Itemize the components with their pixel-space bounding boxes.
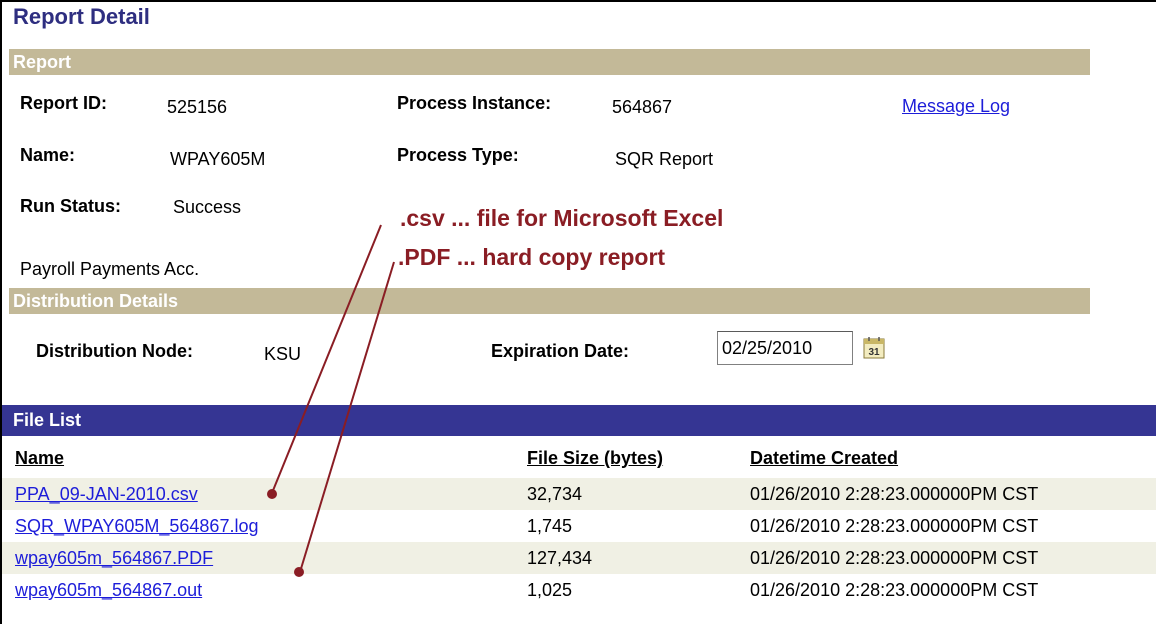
table-row: SQR_WPAY605M_564867.log 1,745 01/26/2010… xyxy=(2,510,1156,542)
process-type-value: SQR Report xyxy=(615,149,714,169)
calendar-icon[interactable]: 31 xyxy=(863,337,885,359)
message-log-link[interactable]: Message Log xyxy=(902,96,1010,117)
column-header-file-size[interactable]: File Size (bytes) xyxy=(527,448,663,469)
file-list-header: File List xyxy=(2,405,1156,436)
table-row: wpay605m_564867.PDF 127,434 01/26/2010 2… xyxy=(2,542,1156,574)
file-created: 01/26/2010 2:28:23.000000PM CST xyxy=(750,580,1039,600)
column-header-name[interactable]: Name xyxy=(15,448,64,469)
file-link[interactable]: PPA_09-JAN-2010.csv xyxy=(15,484,198,505)
report-section-header: Report xyxy=(9,49,1090,75)
run-status-label: Run Status: xyxy=(20,196,121,216)
file-link[interactable]: SQR_WPAY605M_564867.log xyxy=(15,516,258,537)
csv-annotation: .csv ... file for Microsoft Excel xyxy=(400,205,724,231)
file-size: 32,734 xyxy=(527,484,583,504)
name-label: Name: xyxy=(20,145,76,165)
pdf-annotation: .PDF ... hard copy report xyxy=(398,244,666,270)
expiration-date-input[interactable] xyxy=(717,331,853,365)
file-created: 01/26/2010 2:28:23.000000PM CST xyxy=(750,516,1039,536)
distribution-section-header: Distribution Details xyxy=(9,288,1090,314)
table-row: wpay605m_564867.out 1,025 01/26/2010 2:2… xyxy=(2,574,1156,606)
table-row: PPA_09-JAN-2010.csv 32,734 01/26/2010 2:… xyxy=(2,478,1156,510)
process-instance-label: Process Instance: xyxy=(397,93,552,113)
report-id-value: 525156 xyxy=(167,97,228,117)
file-created: 01/26/2010 2:28:23.000000PM CST xyxy=(750,548,1039,568)
expiration-date-label: Expiration Date: xyxy=(491,341,630,361)
file-size: 1,745 xyxy=(527,516,573,536)
report-id-label: Report ID: xyxy=(20,93,107,113)
svg-text:31: 31 xyxy=(868,347,880,358)
column-header-datetime[interactable]: Datetime Created xyxy=(750,448,898,469)
name-value: WPAY605M xyxy=(170,149,266,169)
page-title: Report Detail xyxy=(13,4,150,29)
file-size: 127,434 xyxy=(527,548,593,568)
report-description: Payroll Payments Acc. xyxy=(20,259,200,279)
distribution-node-value: KSU xyxy=(264,344,302,364)
file-size: 1,025 xyxy=(527,580,573,600)
file-link[interactable]: wpay605m_564867.out xyxy=(15,580,202,601)
process-type-label: Process Type: xyxy=(397,145,519,165)
distribution-node-label: Distribution Node: xyxy=(36,341,193,361)
file-created: 01/26/2010 2:28:23.000000PM CST xyxy=(750,484,1039,504)
run-status-value: Success xyxy=(173,197,242,217)
process-instance-value: 564867 xyxy=(612,97,673,117)
file-link[interactable]: wpay605m_564867.PDF xyxy=(15,548,213,569)
